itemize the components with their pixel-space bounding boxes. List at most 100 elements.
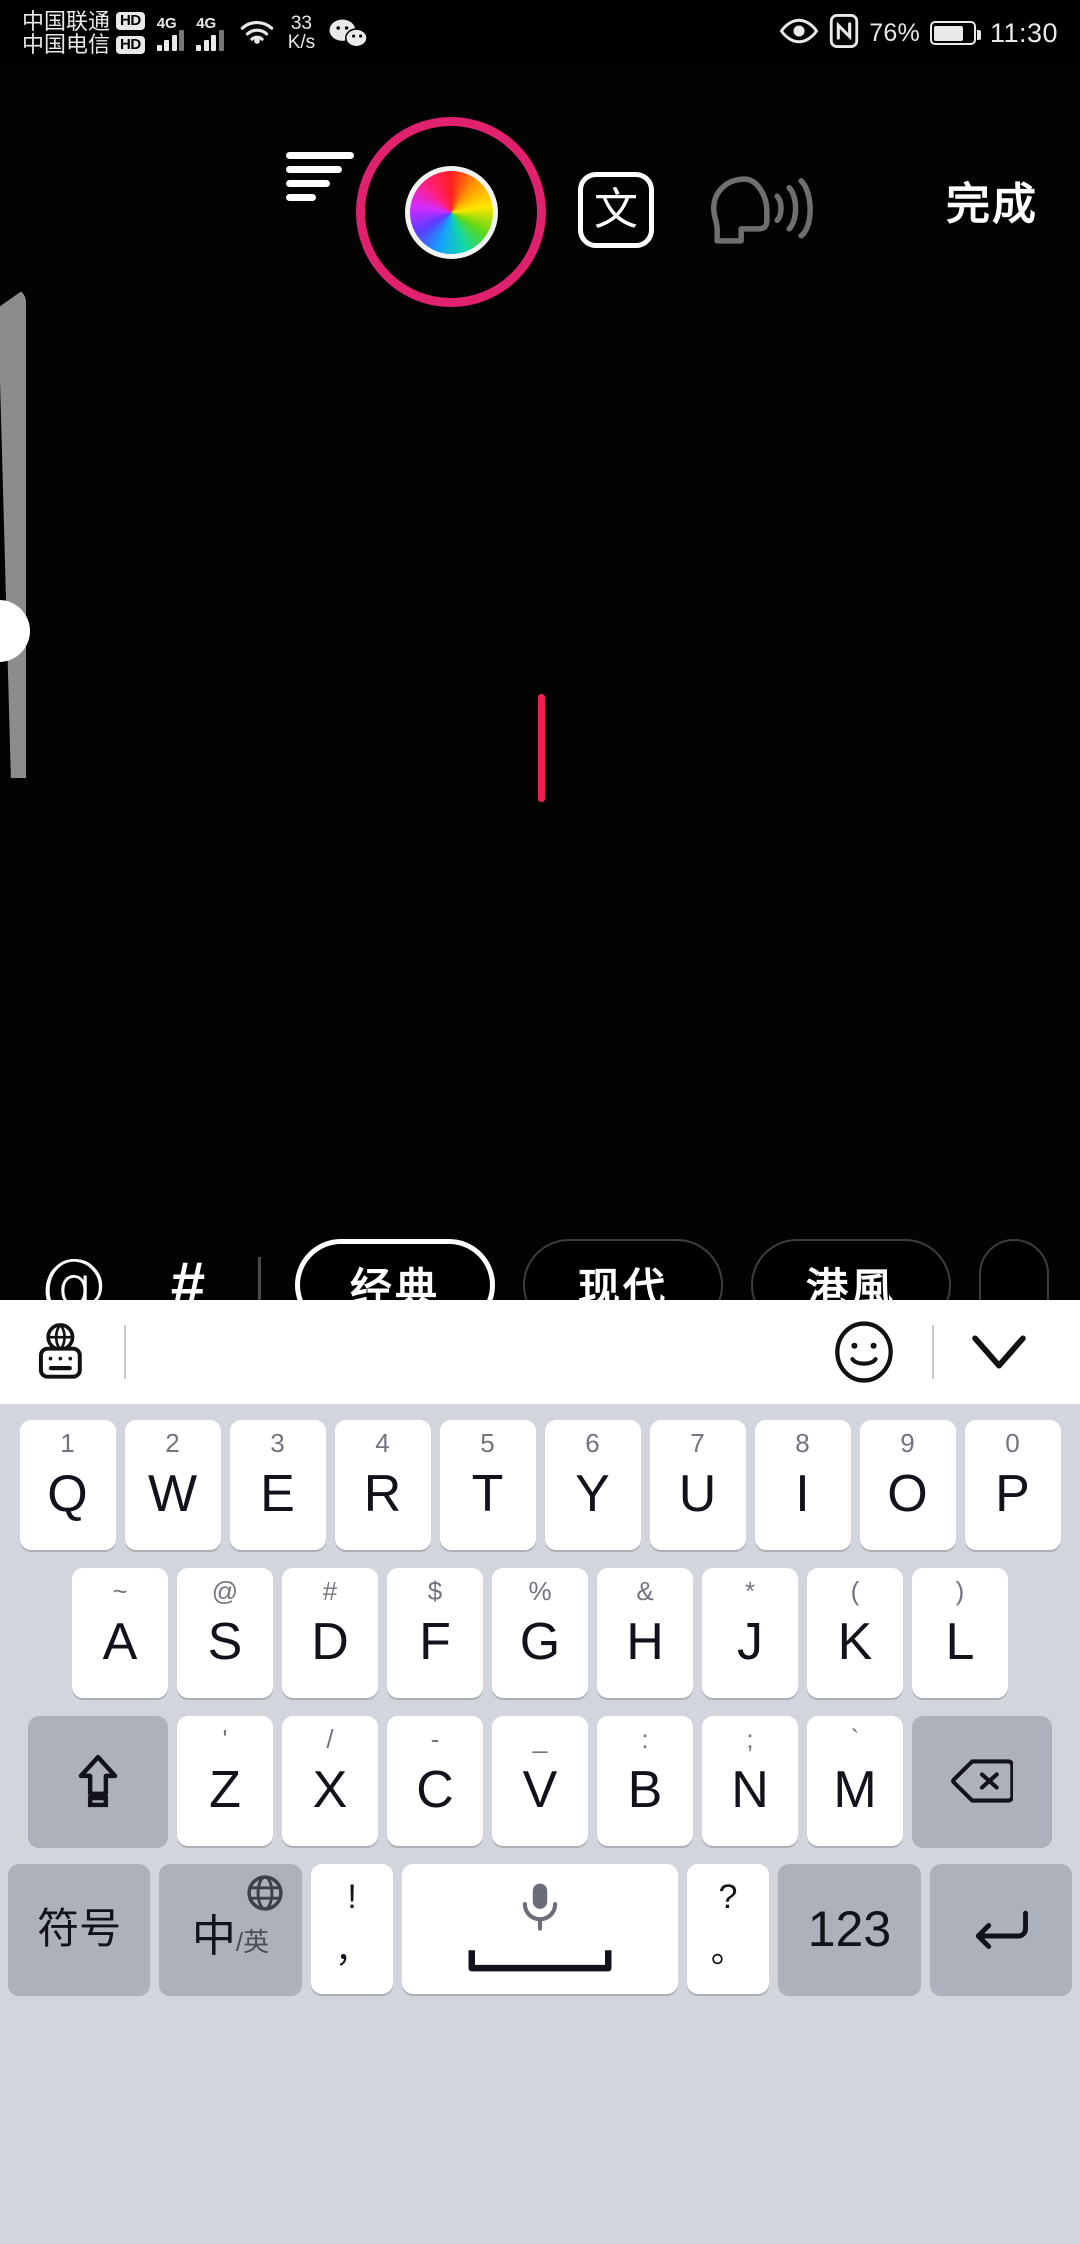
keyboard: 1Q 2W 3E 4R 5T 6Y 7U 8I 9O 0P ~ A @ S # D $… [0, 1300, 1080, 2244]
key-m[interactable]: ` M [807, 1716, 903, 1846]
keyboard-row-2: ~ A @ S # D $ F % G & H * J (K ) L [8, 1568, 1072, 1698]
key-z-label: Z [209, 1761, 241, 1819]
network-speed-value: 33 [290, 13, 312, 34]
style-chip-modern[interactable]: 现代 [523, 1239, 723, 1300]
font-style-button[interactable]: 文 [578, 172, 654, 248]
signal-bars-1-icon [156, 29, 185, 51]
signal-group-1: 4G [156, 16, 185, 51]
key-f[interactable]: $ F [387, 1568, 483, 1698]
key-e-label: E [260, 1465, 295, 1523]
key-x-label: X [312, 1761, 348, 1819]
key-a[interactable]: ~ A [72, 1568, 168, 1698]
globe-keyboard-switch-icon[interactable] [34, 1322, 90, 1382]
key-r-label: R [363, 1465, 402, 1523]
microphone-icon[interactable] [516, 1880, 564, 1939]
key-o[interactable]: 9O [859, 1420, 956, 1550]
text-editor-canvas[interactable]: 文 完成 @ # 经典 现代 港風 [0, 66, 1080, 1300]
text-align-icon[interactable] [286, 152, 358, 204]
key-s-label: S [207, 1613, 243, 1671]
numbers-key[interactable]: 123 [778, 1864, 921, 1994]
language-switch-key[interactable]: 中 / 英 [159, 1864, 302, 1994]
key-c-label: C [416, 1761, 454, 1819]
mention-icon[interactable]: @ [36, 1250, 110, 1300]
key-v-label: V [522, 1761, 558, 1819]
key-t-sup: 5 [480, 1428, 495, 1458]
key-x-sup: / [326, 1724, 334, 1754]
key-w[interactable]: 2W [124, 1420, 221, 1550]
keyboard-row-1: 1Q 2W 3E 4R 5T 6Y 7U 8I 9O 0P [8, 1420, 1072, 1550]
backspace-icon[interactable] [912, 1716, 1052, 1846]
key-d-sup: # [322, 1576, 338, 1606]
key-d[interactable]: # D [282, 1568, 378, 1698]
shift-icon[interactable] [28, 1716, 168, 1846]
key-l-label: L [945, 1613, 975, 1671]
key-s[interactable]: @ S [177, 1568, 273, 1698]
key-comma-sup: ! [347, 1878, 357, 1916]
key-y[interactable]: 6Y [544, 1420, 641, 1550]
symbols-key-label: 符号 [37, 1905, 122, 1952]
key-h-sup: & [636, 1576, 654, 1606]
key-z[interactable]: ' Z [177, 1716, 273, 1846]
key-t-label: T [471, 1465, 504, 1523]
color-picker-button[interactable] [356, 117, 546, 307]
carrier-2-name: 中国电信 [22, 32, 111, 57]
signal-group-2: 4G [196, 16, 224, 51]
key-h[interactable]: & H [597, 1568, 693, 1698]
key-x[interactable]: / X [282, 1716, 378, 1846]
key-k[interactable]: (K [807, 1568, 903, 1698]
network-speed: 33 K/s [288, 14, 315, 52]
key-t[interactable]: 5T [439, 1420, 536, 1550]
chevron-down-icon[interactable] [970, 1331, 1028, 1373]
font-size-slider[interactable] [0, 288, 30, 778]
nfc-icon [829, 13, 859, 53]
key-e[interactable]: 3E [229, 1420, 326, 1550]
key-period-sup: ? [718, 1878, 738, 1916]
style-chip-classic[interactable]: 经典 [295, 1239, 495, 1300]
keyboard-row-4: 符号 中 / 英 ! ， ? 。 123 [8, 1864, 1072, 1994]
status-bar: 中国联通 HD 中国电信 HD 4G 4G 33 K/s 76% 11:30 [0, 0, 1080, 66]
key-q[interactable]: 1Q [19, 1420, 116, 1550]
emoji-smiley-icon[interactable] [832, 1320, 896, 1384]
carrier-row-2: 中国电信 HD [22, 33, 145, 56]
key-u-sup: 7 [690, 1428, 705, 1458]
done-button[interactable]: 完成 [946, 168, 1038, 232]
key-f-sup: $ [427, 1576, 443, 1606]
key-c-sup: - [430, 1724, 440, 1754]
key-comma[interactable]: ! ， [310, 1864, 394, 1994]
text-to-speech-icon[interactable] [700, 172, 820, 248]
key-h-label: H [626, 1613, 664, 1671]
language-slash: / [235, 1927, 244, 1957]
keyboard-toolbar-divider-right [932, 1325, 934, 1379]
hashtag-icon[interactable]: # [158, 1254, 218, 1301]
style-chip-hongkong[interactable]: 港風 [751, 1239, 951, 1300]
key-c[interactable]: -C [387, 1716, 483, 1846]
phone-screen: 中国联通 HD 中国电信 HD 4G 4G 33 K/s 76% 11:30 文… [0, 0, 1080, 2244]
symbols-key[interactable]: 符号 [8, 1864, 151, 1994]
key-d-label: D [311, 1613, 349, 1671]
key-n-sup: ; [746, 1724, 754, 1754]
key-p[interactable]: 0P [964, 1420, 1061, 1550]
color-selection-ring [356, 117, 546, 307]
signal-bars-2-icon [196, 29, 224, 51]
key-q-label: Q [47, 1465, 88, 1523]
style-chip-next[interactable] [979, 1239, 1049, 1300]
key-n[interactable]: ; N [702, 1716, 798, 1846]
enter-icon[interactable] [929, 1864, 1072, 1994]
key-r[interactable]: 4R [334, 1420, 431, 1550]
style-bar-divider [258, 1257, 261, 1300]
key-n-label: N [731, 1761, 769, 1819]
key-period[interactable]: ? 。 [686, 1864, 770, 1994]
key-v-sup: _ [532, 1724, 548, 1754]
key-l[interactable]: ) L [912, 1568, 1008, 1698]
key-b[interactable]: :B [597, 1716, 693, 1846]
key-g[interactable]: % G [492, 1568, 588, 1698]
key-p-label: P [995, 1465, 1030, 1523]
key-u[interactable]: 7U [649, 1420, 746, 1550]
key-j[interactable]: * J [702, 1568, 798, 1698]
key-b-label: B [627, 1761, 663, 1819]
key-i[interactable]: 8I [754, 1420, 851, 1550]
editor-toolbar: 文 完成 [0, 102, 1080, 307]
key-l-sup: ) [955, 1576, 965, 1606]
key-v[interactable]: _ V [492, 1716, 588, 1846]
space-key[interactable] [402, 1864, 678, 1994]
